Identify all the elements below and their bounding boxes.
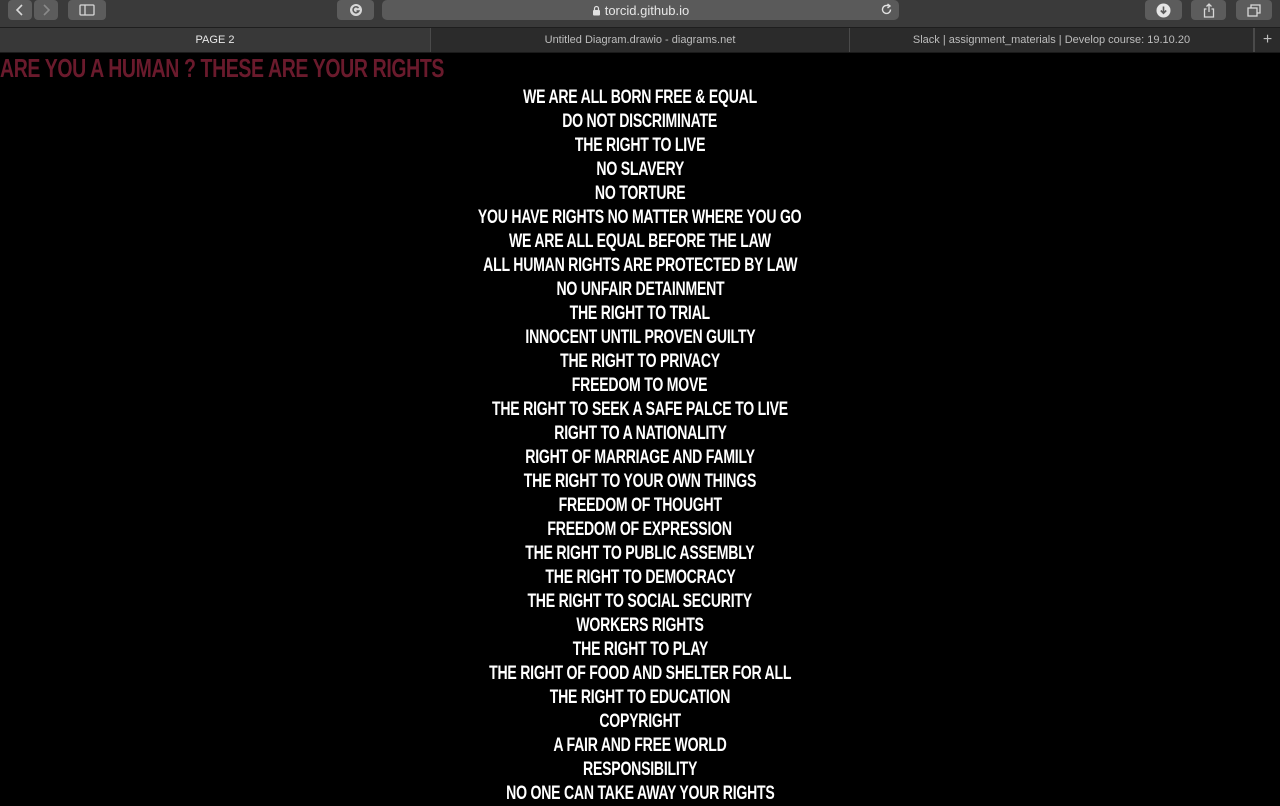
right-item: NO UNFAIR DETAINMENT bbox=[0, 278, 1280, 302]
tab-bar: PAGE 2 Untitled Diagram.drawio - diagram… bbox=[0, 28, 1280, 53]
address-bar[interactable]: torcid.github.io bbox=[382, 0, 899, 20]
right-item: THE RIGHT TO PLAY bbox=[0, 638, 1280, 662]
right-item: THE RIGHT OF FOOD AND SHELTER FOR ALL bbox=[0, 662, 1280, 686]
right-item: FREEDOM OF EXPRESSION bbox=[0, 518, 1280, 542]
right-item: WORKERS RIGHTS bbox=[0, 614, 1280, 638]
forward-button[interactable] bbox=[34, 0, 58, 20]
browser-toolbar: torcid.github.io bbox=[0, 0, 1280, 28]
right-item-text: INNOCENT UNTIL PROVEN GUILTY bbox=[525, 327, 755, 348]
right-item: WE ARE ALL BORN FREE & EQUAL bbox=[0, 86, 1280, 110]
tab-diagrams-net[interactable]: Untitled Diagram.drawio - diagrams.net bbox=[431, 28, 850, 52]
right-item-text: THE RIGHT TO LIVE bbox=[574, 135, 706, 156]
right-item-text: RESPONSIBILITY bbox=[582, 759, 698, 780]
right-item: THE RIGHT TO YOUR OWN THINGS bbox=[0, 470, 1280, 494]
right-item-text: FREEDOM OF THOUGHT bbox=[558, 495, 722, 516]
right-item: NO SLAVERY bbox=[0, 158, 1280, 182]
right-item: ALL HUMAN RIGHTS ARE PROTECTED BY LAW bbox=[0, 254, 1280, 278]
right-item-text: WE ARE ALL BORN FREE & EQUAL bbox=[523, 87, 757, 108]
sidebar-icon bbox=[79, 4, 95, 16]
right-item-text: WE ARE ALL EQUAL BEFORE THE LAW bbox=[509, 231, 771, 252]
url-text: torcid.github.io bbox=[604, 2, 690, 18]
right-item: WE ARE ALL EQUAL BEFORE THE LAW bbox=[0, 230, 1280, 254]
right-item: THE RIGHT TO DEMOCRACY bbox=[0, 566, 1280, 590]
extension-button[interactable] bbox=[337, 0, 374, 20]
right-item: THE RIGHT TO PRIVACY bbox=[0, 350, 1280, 374]
right-item: THE RIGHT TO PUBLIC ASSEMBLY bbox=[0, 542, 1280, 566]
right-item-text: NO ONE CAN TAKE AWAY YOUR RIGHTS bbox=[505, 783, 775, 804]
right-item-text: YOU HAVE RIGHTS NO MATTER WHERE YOU GO bbox=[478, 207, 802, 228]
right-item: A FAIR AND FREE WORLD bbox=[0, 734, 1280, 758]
right-item-text: THE RIGHT TO PUBLIC ASSEMBLY bbox=[525, 543, 755, 564]
right-item: RIGHT TO A NATIONALITY bbox=[0, 422, 1280, 446]
right-item-text: THE RIGHT TO SOCIAL SECURITY bbox=[527, 591, 753, 612]
grammarly-icon bbox=[349, 4, 362, 16]
right-item-text: THE RIGHT TO TRIAL bbox=[569, 303, 711, 324]
right-item-text: WORKERS RIGHTS bbox=[576, 615, 704, 636]
right-item: THE RIGHT TO SEEK A SAFE PALCE TO LIVE bbox=[0, 398, 1280, 422]
right-item-text: COPYRIGHT bbox=[599, 711, 681, 732]
tabs-icon bbox=[1247, 3, 1261, 17]
right-item-text: THE RIGHT TO YOUR OWN THINGS bbox=[523, 471, 757, 492]
right-item: THE RIGHT TO LIVE bbox=[0, 134, 1280, 158]
right-item-text: RIGHT TO A NATIONALITY bbox=[553, 423, 727, 444]
page-heading: ARE YOU A HUMAN ? THESE ARE YOUR RIGHTS bbox=[0, 53, 445, 83]
share-button[interactable] bbox=[1191, 0, 1226, 20]
tab-overview-button[interactable] bbox=[1236, 0, 1272, 20]
right-item-text: THE RIGHT TO PRIVACY bbox=[560, 351, 720, 372]
download-icon bbox=[1156, 3, 1171, 17]
right-item-text: DO NOT DISCRIMINATE bbox=[562, 111, 718, 132]
back-button[interactable] bbox=[8, 0, 32, 20]
right-item: NO ONE CAN TAKE AWAY YOUR RIGHTS bbox=[0, 782, 1280, 806]
right-item: THE RIGHT TO TRIAL bbox=[0, 302, 1280, 326]
right-item-text: THE RIGHT OF FOOD AND SHELTER FOR ALL bbox=[488, 663, 792, 684]
reload-icon[interactable] bbox=[880, 3, 893, 19]
right-item: RIGHT OF MARRIAGE AND FAMILY bbox=[0, 446, 1280, 470]
right-item-text: FREEDOM OF EXPRESSION bbox=[547, 519, 733, 540]
downloads-button[interactable] bbox=[1145, 0, 1182, 20]
right-item-text: THE RIGHT TO PLAY bbox=[572, 639, 708, 660]
right-item: FREEDOM TO MOVE bbox=[0, 374, 1280, 398]
right-item: NO TORTURE bbox=[0, 182, 1280, 206]
right-item-text: A FAIR AND FREE WORLD bbox=[553, 735, 727, 756]
right-item: FREEDOM OF THOUGHT bbox=[0, 494, 1280, 518]
rights-list: WE ARE ALL BORN FREE & EQUAL DO NOT DISCR… bbox=[0, 86, 1280, 806]
right-item: THE RIGHT TO EDUCATION bbox=[0, 686, 1280, 710]
right-item: DO NOT DISCRIMINATE bbox=[0, 110, 1280, 134]
chevron-left-icon bbox=[15, 4, 23, 16]
right-item: YOU HAVE RIGHTS NO MATTER WHERE YOU GO bbox=[0, 206, 1280, 230]
right-item-text: THE RIGHT TO SEEK A SAFE PALCE TO LIVE bbox=[492, 399, 788, 420]
right-item: COPYRIGHT bbox=[0, 710, 1280, 734]
chevron-right-icon bbox=[43, 4, 51, 16]
right-item-text: NO SLAVERY bbox=[596, 159, 684, 180]
sidebar-toggle-button[interactable] bbox=[68, 0, 106, 20]
right-item: RESPONSIBILITY bbox=[0, 758, 1280, 782]
right-item-text: FREEDOM TO MOVE bbox=[572, 375, 708, 396]
right-item-text: NO TORTURE bbox=[594, 183, 686, 204]
right-item-text: ALL HUMAN RIGHTS ARE PROTECTED BY LAW bbox=[482, 255, 798, 276]
share-icon bbox=[1203, 2, 1214, 18]
right-item-text: THE RIGHT TO EDUCATION bbox=[549, 687, 731, 708]
lock-icon bbox=[592, 5, 601, 16]
right-item: INNOCENT UNTIL PROVEN GUILTY bbox=[0, 326, 1280, 350]
right-item-text: NO UNFAIR DETAINMENT bbox=[556, 279, 724, 300]
right-item-text: RIGHT OF MARRIAGE AND FAMILY bbox=[525, 447, 755, 468]
tab-slack[interactable]: Slack | assignment_materials | Develop c… bbox=[850, 28, 1254, 52]
tab-page-2[interactable]: PAGE 2 bbox=[0, 28, 431, 52]
right-item-text: THE RIGHT TO DEMOCRACY bbox=[544, 567, 736, 588]
right-item: THE RIGHT TO SOCIAL SECURITY bbox=[0, 590, 1280, 614]
new-tab-button[interactable]: + bbox=[1254, 28, 1280, 52]
